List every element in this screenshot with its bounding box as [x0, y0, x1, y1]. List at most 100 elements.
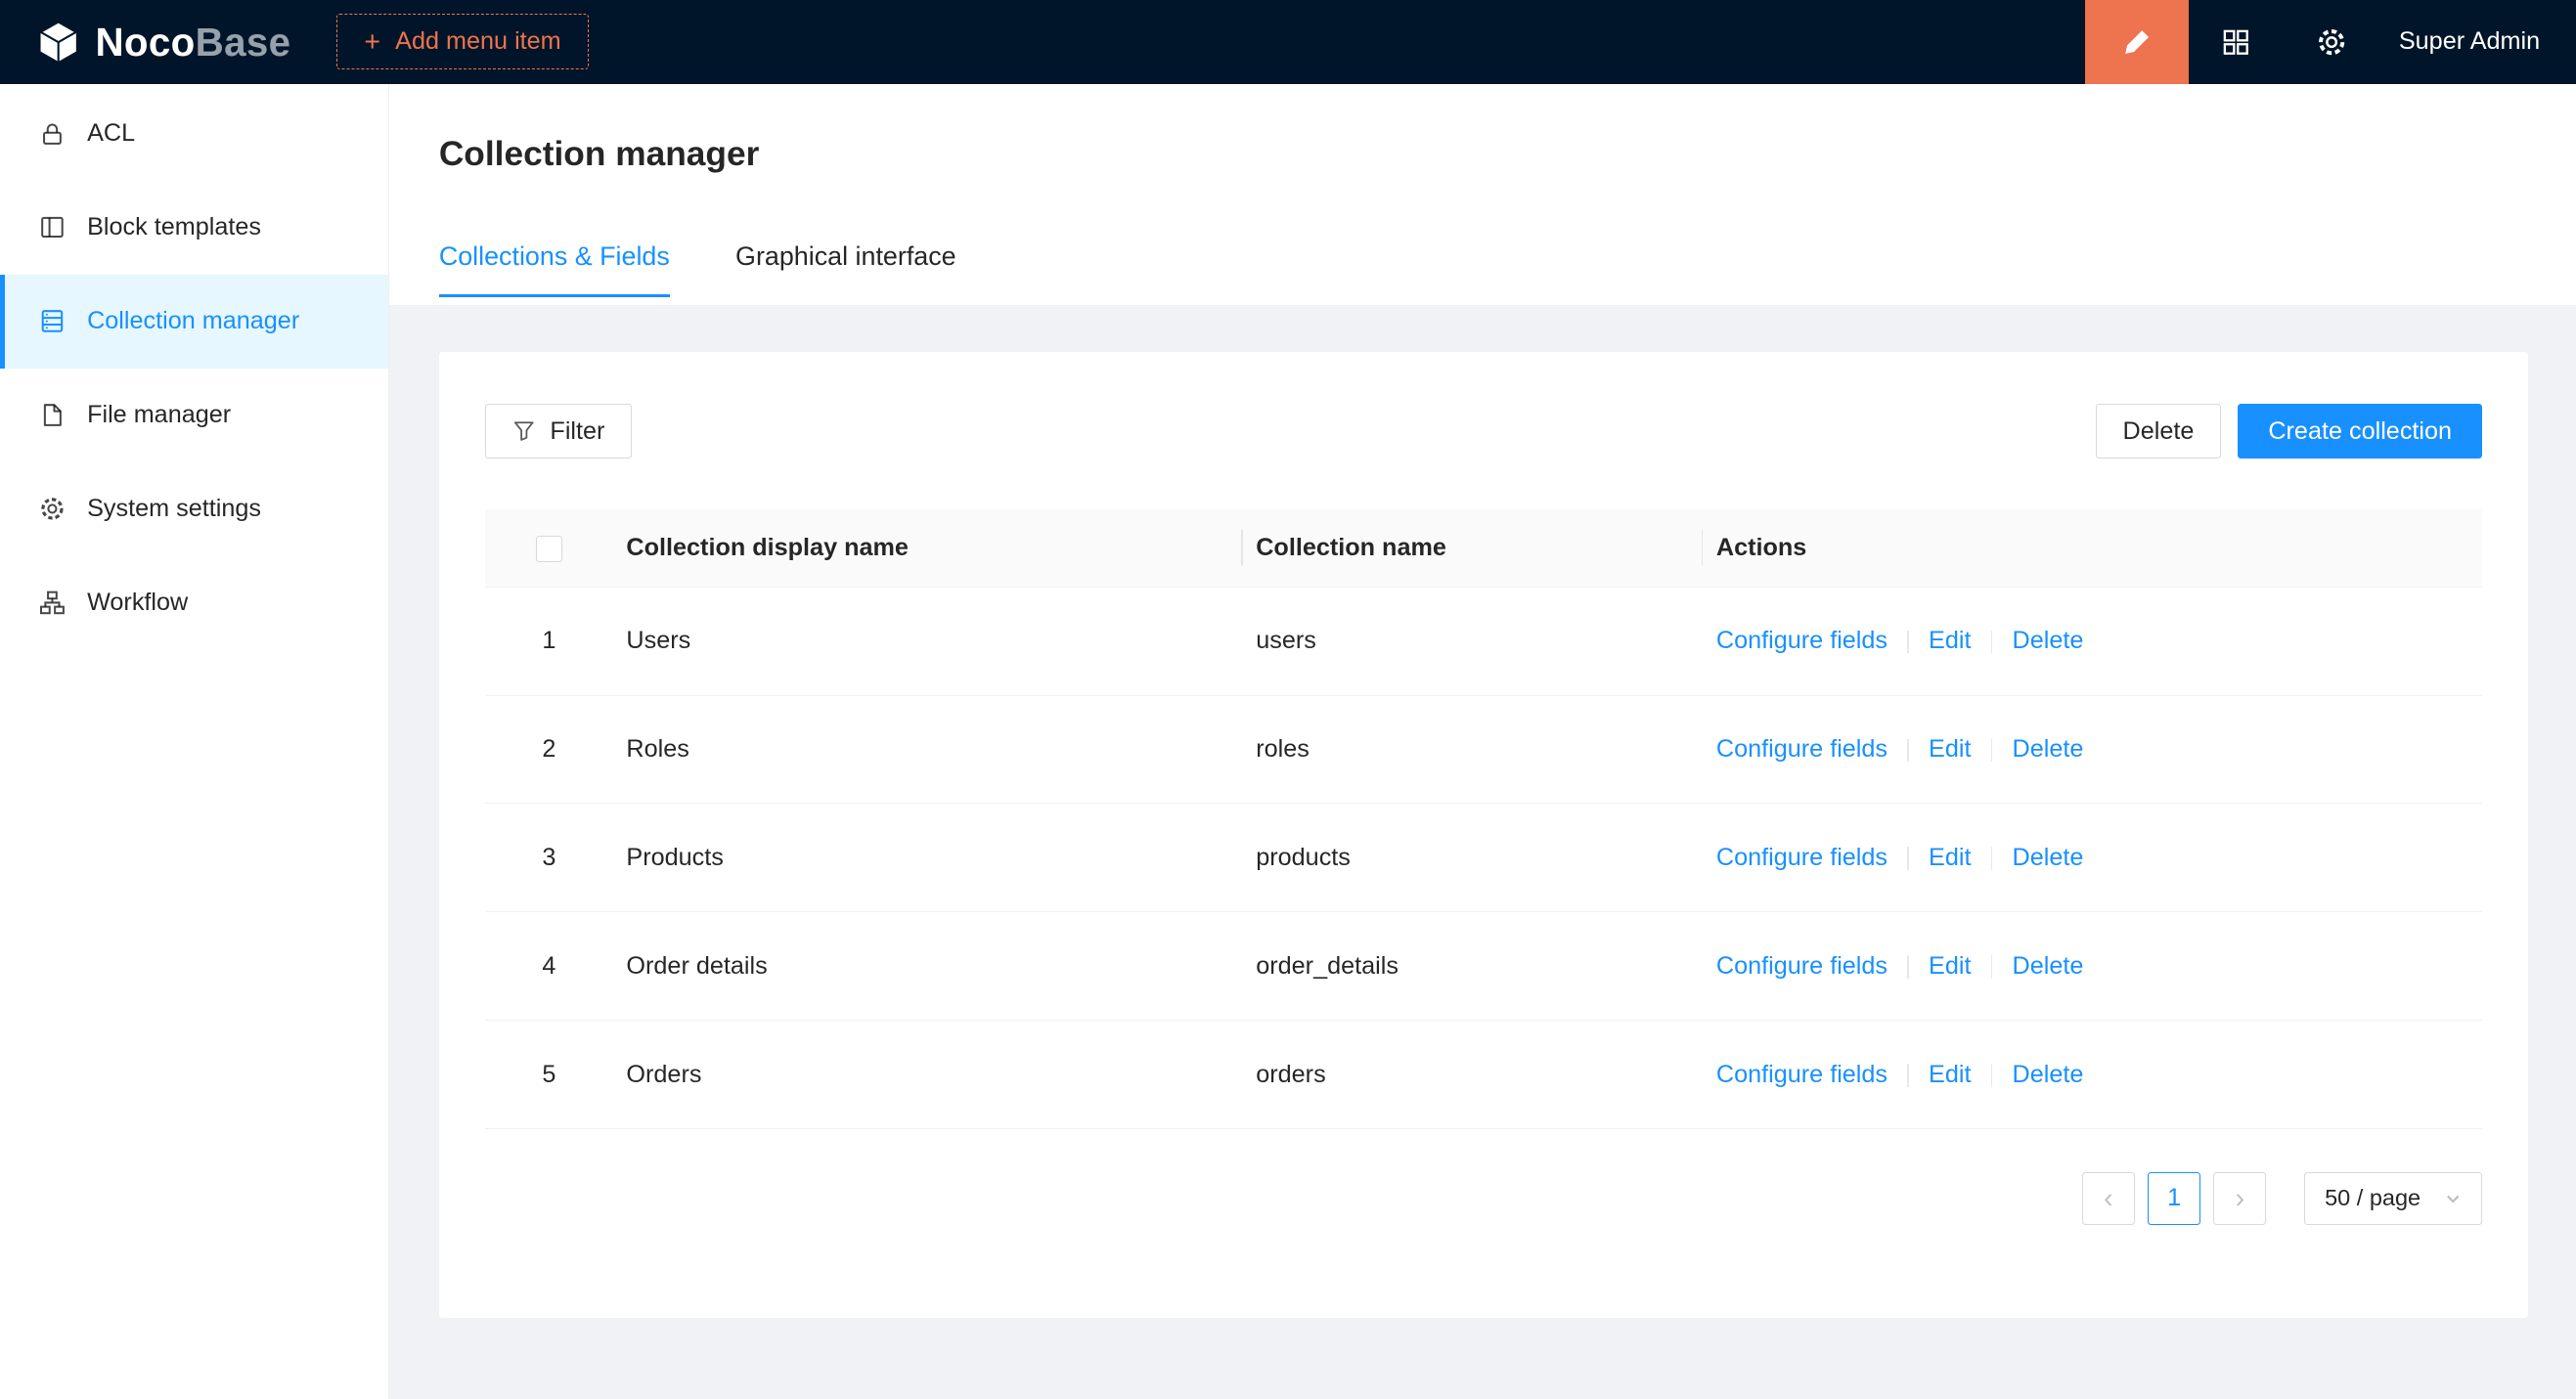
sidebar-item-acl[interactable]: ACL	[0, 87, 388, 181]
configure-fields-link[interactable]: Configure fields	[1716, 1061, 1888, 1088]
edit-link[interactable]: Edit	[1929, 844, 1971, 871]
sidebar-item-system-settings[interactable]: System settings	[0, 461, 388, 555]
filter-button[interactable]: Filter	[485, 404, 632, 458]
cell-actions: Configure fields Edit Delete	[1703, 912, 2482, 1021]
sidebar-item-label: System settings	[87, 495, 261, 523]
edit-link[interactable]: Edit	[1929, 627, 1971, 654]
page-1-button[interactable]: 1	[2148, 1172, 2200, 1225]
divider	[1907, 631, 1909, 654]
collections-card: Filter Delete Create collection	[439, 352, 2529, 1318]
card-toolbar: Filter Delete Create collection	[485, 404, 2482, 458]
tab-collections-fields[interactable]: Collections & Fields	[439, 237, 670, 297]
cell-display-name: Orders	[613, 1021, 1243, 1129]
cell-display-name: Users	[613, 587, 1243, 695]
table-row: 5 Orders orders Configure fields Edit Dele…	[485, 1021, 2482, 1129]
table-row: 3 Products products Configure fieldsEdit…	[485, 804, 2482, 912]
gear-icon	[2317, 27, 2346, 57]
ui-editor-toggle-button[interactable]	[2085, 0, 2189, 84]
sidebar-item-workflow[interactable]: Workflow	[0, 555, 388, 649]
lock-icon	[39, 121, 66, 148]
workflow-icon	[39, 590, 66, 616]
delete-link[interactable]: Delete	[2013, 627, 2084, 654]
edit-link[interactable]: Edit	[1929, 1061, 1971, 1088]
row-index: 5	[485, 1021, 613, 1129]
configure-fields-link[interactable]: Configure fields	[1716, 844, 1888, 871]
chevron-left-icon: ‹	[2104, 1185, 2113, 1213]
add-menu-item-button[interactable]: + Add menu item	[336, 14, 588, 69]
cell-display-name: Roles	[613, 695, 1243, 804]
divider	[1907, 847, 1909, 870]
configure-fields-link[interactable]: Configure fields	[1716, 627, 1888, 654]
sidebar-item-collection-manager[interactable]: Collection manager	[0, 275, 388, 369]
page-header: Collection manager Collections & Fields …	[389, 84, 2576, 306]
edit-link[interactable]: Edit	[1929, 952, 1971, 980]
user-menu[interactable]: Super Admin	[2379, 27, 2576, 56]
sidebar-item-label: ACL	[87, 119, 135, 148]
table-row: 4 Order details order_details Configure …	[485, 912, 2482, 1021]
cell-collection-name: orders	[1243, 1021, 1704, 1129]
filter-button-label: Filter	[550, 417, 604, 446]
row-index: 2	[485, 695, 613, 804]
cell-display-name: Products	[613, 804, 1243, 912]
app-window: NocoBase + Add menu item	[0, 0, 2576, 1399]
tab-label: Collections & Fields	[439, 241, 670, 271]
brand-name-light: Base	[196, 20, 291, 65]
row-index: 1	[485, 587, 613, 695]
collections-table: Collection display name Collection name …	[485, 509, 2482, 1129]
delete-button[interactable]: Delete	[2096, 404, 2222, 458]
layout-icon	[39, 214, 66, 240]
gear-icon	[39, 496, 66, 522]
nocobase-logo-icon	[36, 20, 80, 64]
divider	[1991, 739, 1993, 763]
cell-actions: Configure fields Edit Delete	[1703, 1021, 2482, 1129]
cell-actions: Configure fields Edit Delete	[1703, 804, 2482, 912]
next-page-button[interactable]: ›	[2213, 1172, 2266, 1225]
add-menu-item-label: Add menu item	[395, 27, 561, 56]
delete-button-label: Delete	[2123, 417, 2195, 446]
apps-grid-icon	[2222, 28, 2250, 57]
cell-collection-name: users	[1243, 587, 1704, 695]
configure-fields-link[interactable]: Configure fields	[1716, 735, 1888, 763]
cell-display-name: Order details	[613, 912, 1243, 1021]
filter-icon	[512, 419, 536, 443]
table-row: 2 Roles roles Configure fields Edit Delete	[485, 695, 2482, 804]
cell-collection-name: order_details	[1243, 912, 1704, 1021]
select-all-checkbox[interactable]	[536, 536, 562, 562]
column-header-actions: Actions	[1703, 509, 2482, 587]
cell-actions: Configure fields Edit Delete	[1703, 587, 2482, 695]
brand-logo[interactable]: NocoBase	[0, 20, 290, 64]
cell-actions: Configure fields Edit Delete	[1703, 695, 2482, 804]
page-size-select[interactable]: 50 / page	[2304, 1172, 2482, 1225]
table-row: 1 Users users Configure fields Edit Delete	[485, 587, 2482, 695]
delete-link[interactable]: Delete	[2013, 1061, 2084, 1088]
cell-collection-name: products	[1243, 804, 1704, 912]
delete-link[interactable]: Delete	[2013, 735, 2084, 763]
prev-page-button[interactable]: ‹	[2082, 1172, 2135, 1225]
sidebar-item-file-manager[interactable]: File manager	[0, 369, 388, 462]
sidebar-item-label: Block templates	[87, 213, 261, 241]
cell-collection-name: roles	[1243, 695, 1704, 804]
content-area: Filter Delete Create collection	[389, 306, 2576, 1318]
create-collection-button[interactable]: Create collection	[2238, 404, 2482, 458]
database-icon	[39, 308, 66, 334]
pagination: ‹ 1 › 50 / page	[485, 1172, 2482, 1225]
page-title: Collection manager	[439, 133, 2527, 176]
delete-link[interactable]: Delete	[2013, 844, 2084, 871]
divider	[1991, 847, 1993, 870]
main-content: Collection manager Collections & Fields …	[389, 84, 2576, 1399]
divider	[1991, 955, 1993, 979]
sidebar-item-label: Collection manager	[87, 307, 299, 335]
edit-link[interactable]: Edit	[1929, 735, 1971, 763]
tab-graphical-interface[interactable]: Graphical interface	[735, 237, 956, 297]
settings-sidebar: ACL Block templates	[0, 84, 389, 1399]
configure-fields-link[interactable]: Configure fields	[1716, 952, 1888, 980]
sidebar-item-label: File manager	[87, 401, 231, 429]
plugins-button[interactable]	[2189, 0, 2284, 84]
system-settings-button[interactable]	[2284, 0, 2378, 84]
select-all-header-cell	[485, 509, 613, 587]
page-size-value: 50 / page	[2325, 1185, 2421, 1211]
delete-link[interactable]: Delete	[2013, 952, 2084, 980]
column-header-collection-name: Collection name	[1243, 509, 1704, 587]
row-index: 4	[485, 912, 613, 1021]
sidebar-item-block-templates[interactable]: Block templates	[0, 181, 388, 275]
